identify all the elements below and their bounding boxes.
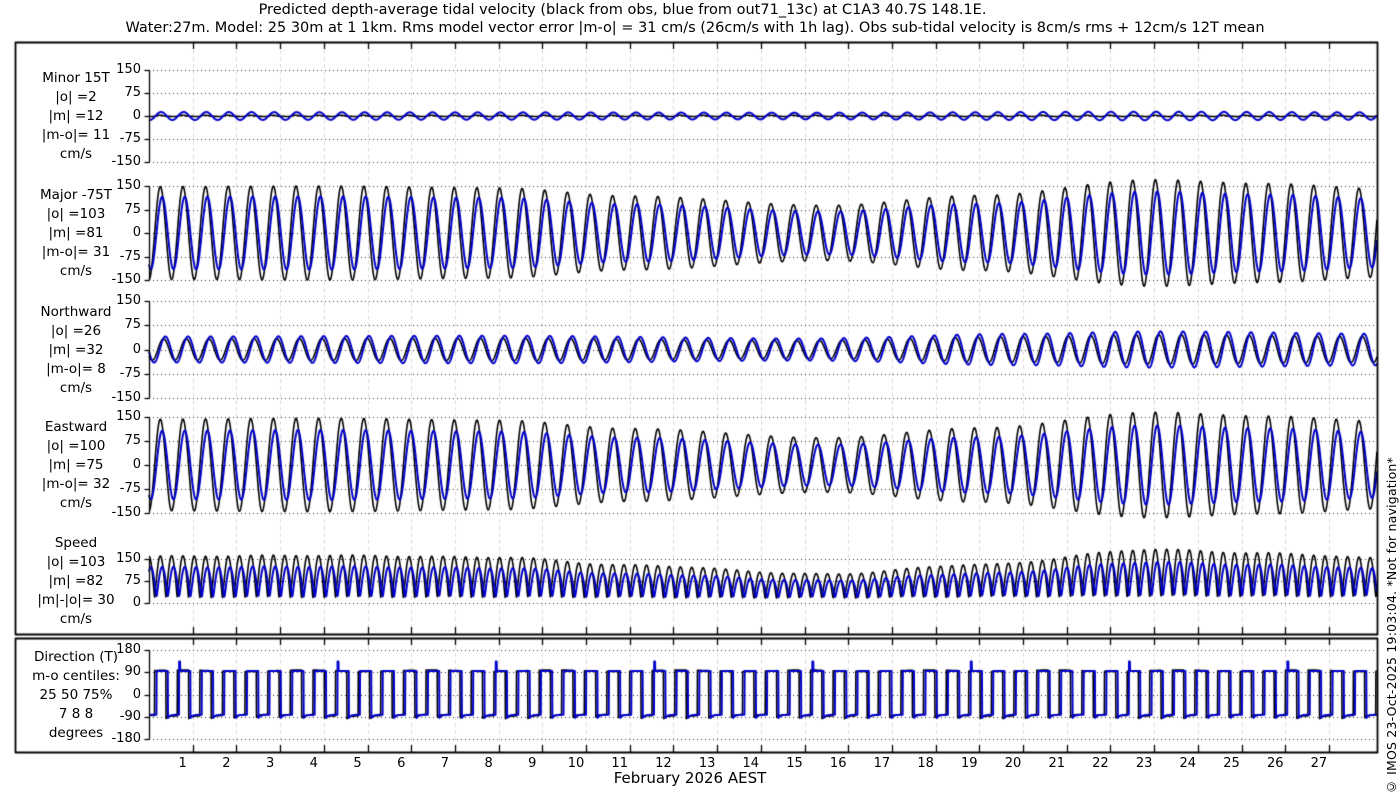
y-tick-label: -150 <box>111 272 141 287</box>
y-tick-label: -75 <box>119 248 141 264</box>
y-tick-label: 75 <box>124 573 141 588</box>
y-tick-label: 0 <box>132 686 141 702</box>
watermark-text: © IMOS 23-Oct-2025 19:03:04. *Not for na… <box>1384 456 1399 794</box>
y-tick-label: 0 <box>132 225 141 240</box>
y-tick-label: 75 <box>124 201 141 217</box>
y-tick-label: 150 <box>116 62 141 77</box>
y-tick-label: -90 <box>119 708 141 724</box>
y-tick-label: 0 <box>132 108 141 123</box>
plot-canvas <box>0 0 1400 800</box>
chart-title: Predicted depth-average tidal velocity (… <box>258 2 987 18</box>
y-tick-label: 0 <box>132 341 141 357</box>
y-tick-label: 0 <box>132 457 141 472</box>
y-tick-label: 180 <box>116 642 141 657</box>
y-tick-label: -150 <box>111 154 141 169</box>
tidal-velocity-figure: Predicted depth-average tidal velocity (… <box>0 0 1400 800</box>
y-tick-label: 75 <box>124 317 141 333</box>
y-tick-label: 75 <box>124 85 141 100</box>
y-tick-label: 90 <box>124 664 141 680</box>
y-tick-label: -75 <box>119 131 141 146</box>
chart-subtitle: Water:27m. Model: 25 30m at 1 1km. Rms m… <box>125 20 1265 36</box>
y-tick-label: 150 <box>116 409 141 424</box>
panel-label-line: cm/s <box>59 611 93 627</box>
y-tick-label: 150 <box>116 178 141 193</box>
y-tick-label: 150 <box>116 293 141 308</box>
y-tick-label: 150 <box>116 551 141 566</box>
y-tick-label: -150 <box>111 505 141 520</box>
y-tick-label: -150 <box>111 390 141 405</box>
x-axis-title: February 2026 AEST <box>613 769 767 787</box>
y-tick-label: 0 <box>132 595 141 610</box>
y-tick-label: -180 <box>111 731 141 746</box>
y-tick-label: -75 <box>119 365 141 381</box>
y-tick-label: 75 <box>124 433 141 448</box>
y-tick-label: -75 <box>119 481 141 496</box>
